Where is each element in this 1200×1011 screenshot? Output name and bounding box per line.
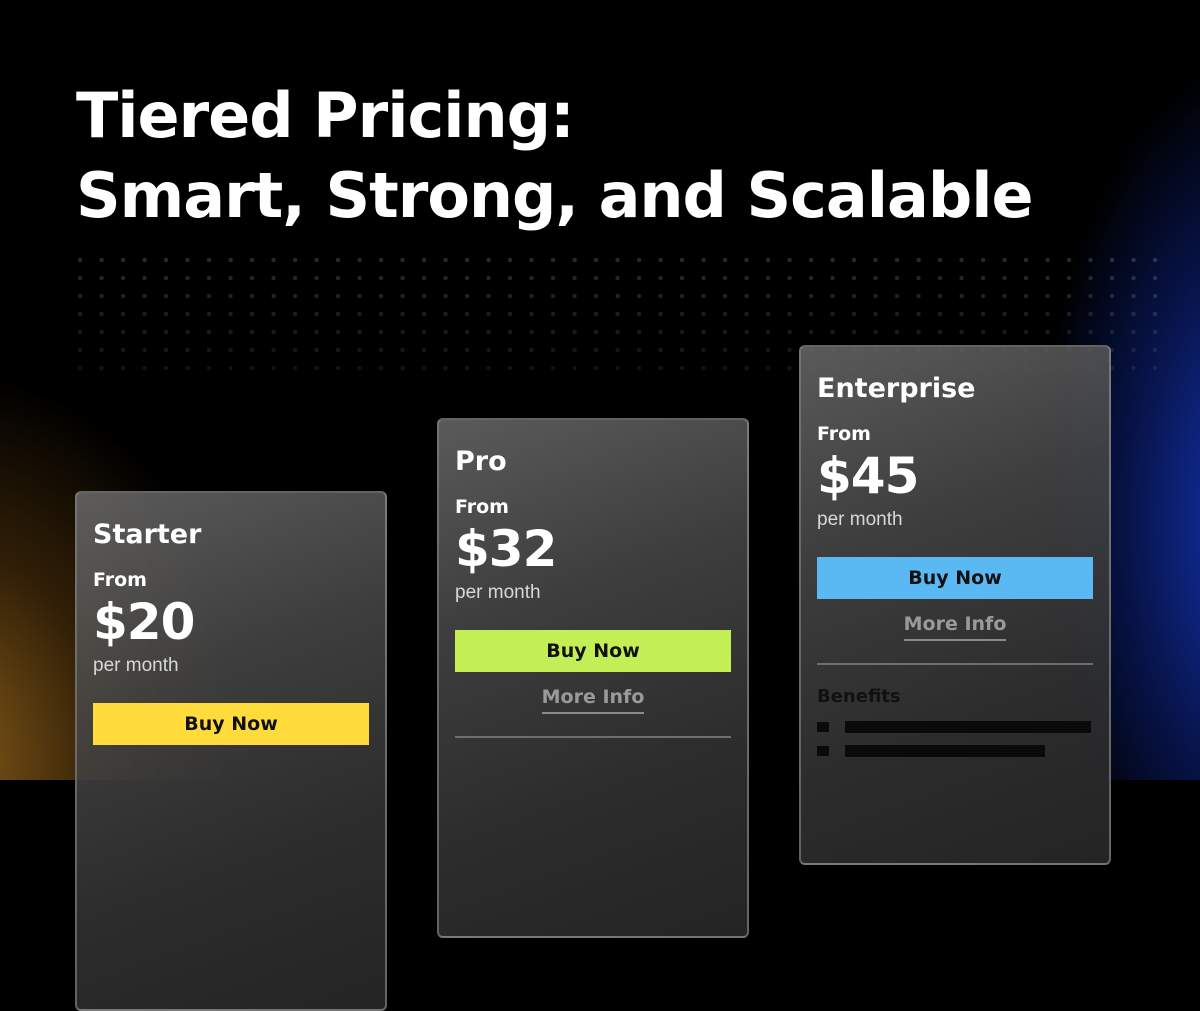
plan-price: $20: [93, 593, 195, 651]
benefit-placeholder-bar: [845, 721, 1091, 733]
billing-period: per month: [93, 655, 179, 676]
benefits-heading: Benefits: [817, 686, 901, 707]
plan-name: Enterprise: [817, 373, 976, 404]
buy-now-button-starter[interactable]: Buy Now: [93, 703, 369, 745]
bullet-icon: [817, 722, 829, 732]
from-label: From: [93, 569, 147, 591]
page-headline: Tiered Pricing: Smart, Strong, and Scala…: [76, 76, 1034, 236]
benefit-item: [817, 745, 1093, 757]
headline-line-1: Tiered Pricing:: [76, 79, 575, 152]
from-label: From: [455, 496, 509, 518]
buy-now-button-enterprise[interactable]: Buy Now: [817, 557, 1093, 599]
more-info-link-pro[interactable]: More Info: [541, 684, 645, 714]
pricing-card-pro: Pro From $32 per month Buy Now More Info: [437, 418, 749, 938]
headline-line-2: Smart, Strong, and Scalable: [76, 159, 1034, 232]
pricing-card-starter: Starter From $20 per month Buy Now: [75, 491, 387, 1011]
billing-period: per month: [455, 582, 541, 603]
plan-price: $45: [817, 447, 919, 505]
benefit-item: [817, 721, 1093, 733]
plan-name: Starter: [93, 519, 202, 550]
card-divider: [817, 663, 1093, 665]
more-info-link-enterprise[interactable]: More Info: [903, 611, 1007, 641]
bullet-icon: [817, 746, 829, 756]
card-divider: [455, 736, 731, 738]
from-label: From: [817, 423, 871, 445]
pricing-card-enterprise: Enterprise From $45 per month Buy Now Mo…: [799, 345, 1111, 865]
billing-period: per month: [817, 509, 903, 530]
plan-name: Pro: [455, 446, 507, 477]
benefit-placeholder-bar: [845, 745, 1045, 757]
buy-now-button-pro[interactable]: Buy Now: [455, 630, 731, 672]
plan-price: $32: [455, 520, 557, 578]
